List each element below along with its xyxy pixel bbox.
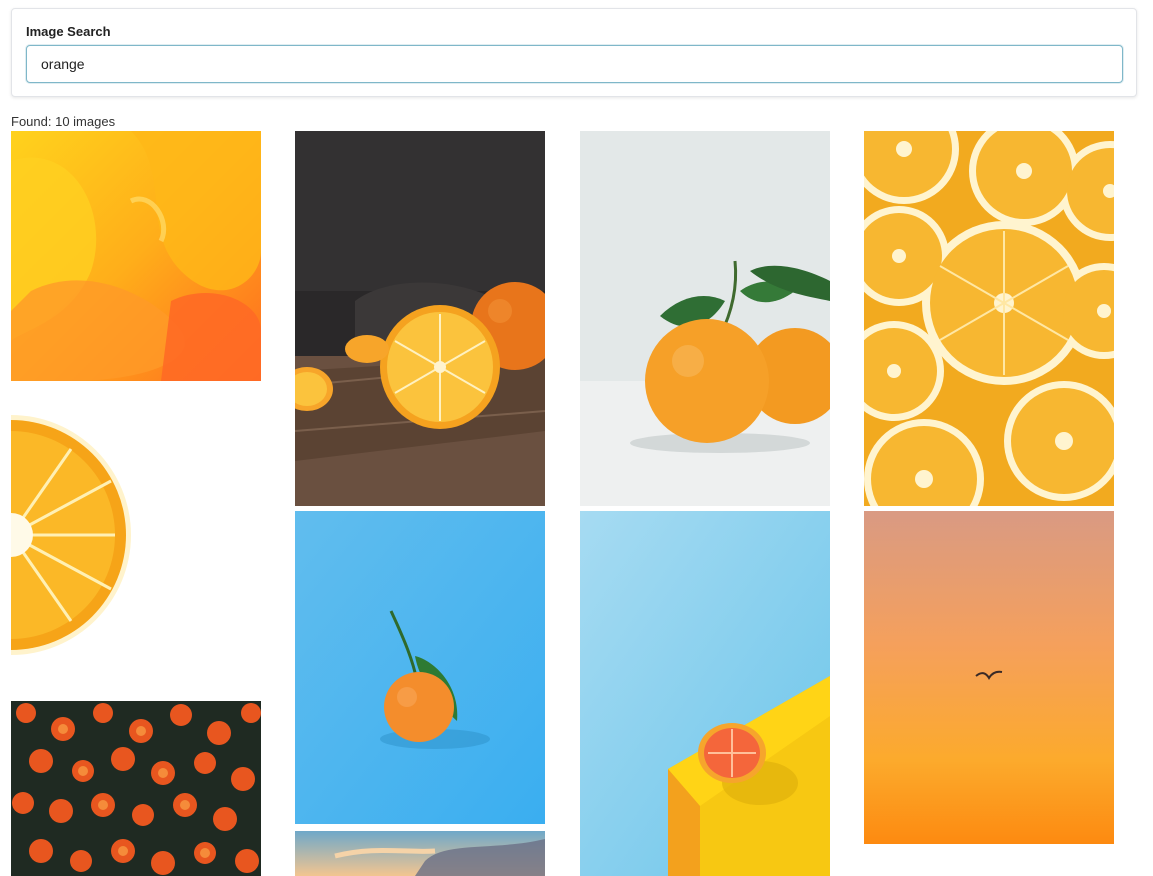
image-result-tangerine-blue[interactable]: [295, 511, 545, 824]
results-count: Found: 10 images: [11, 114, 116, 129]
image-result-sunset-clouds[interactable]: [295, 831, 545, 876]
search-input[interactable]: [26, 45, 1123, 83]
image-result-orange-slices[interactable]: [864, 131, 1114, 506]
image-result-orange-half-white[interactable]: [11, 381, 261, 701]
image-result-orange-sky[interactable]: [864, 511, 1114, 844]
image-result-orange-on-board[interactable]: [295, 131, 545, 506]
image-result-two-oranges[interactable]: [580, 131, 830, 506]
search-label: Image Search: [26, 24, 111, 39]
image-result-grapefruit-yellow[interactable]: [580, 511, 830, 876]
image-result-abstract-paint[interactable]: [11, 131, 261, 381]
search-card: Image Search: [11, 8, 1137, 97]
image-result-orange-flowers[interactable]: [11, 701, 261, 876]
